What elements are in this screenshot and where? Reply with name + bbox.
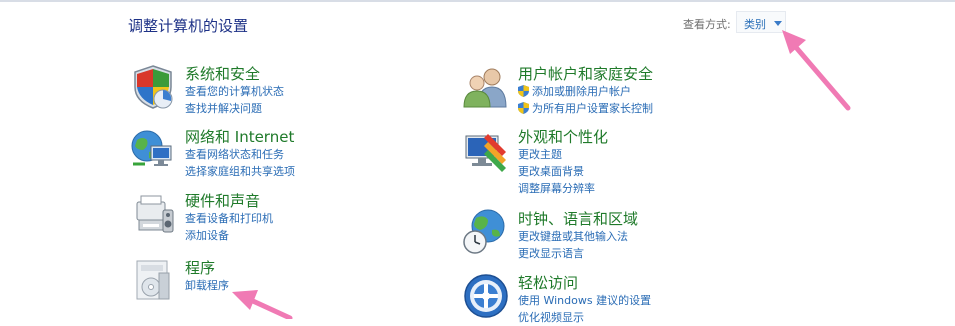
view-by-label: 查看方式: bbox=[683, 18, 731, 31]
category-title[interactable]: 系统和安全 bbox=[185, 63, 260, 84]
category-title[interactable]: 程序 bbox=[185, 257, 215, 278]
link-view-computer-status[interactable]: 查看您的计算机状态 bbox=[185, 83, 284, 100]
clock-language-region-icon[interactable] bbox=[462, 208, 510, 256]
link-adjust-resolution[interactable]: 调整屏幕分辨率 bbox=[518, 180, 595, 197]
programs-icon[interactable] bbox=[129, 257, 177, 305]
link-windows-recommended-settings[interactable]: 使用 Windows 建议的设置 bbox=[518, 292, 651, 309]
annotation-arrow-view-by bbox=[782, 30, 851, 111]
annotation-arrow-uninstall bbox=[232, 290, 293, 319]
link-change-keyboard-input[interactable]: 更改键盘或其他输入法 bbox=[518, 228, 628, 245]
link-change-display-language[interactable]: 更改显示语言 bbox=[518, 245, 628, 262]
link-find-fix-problems[interactable]: 查找并解决问题 bbox=[185, 100, 284, 117]
link-text: 添加或删除用户帐户 bbox=[532, 85, 631, 98]
ease-of-access-icon[interactable] bbox=[462, 272, 510, 320]
link-view-devices-printers[interactable]: 查看设备和打印机 bbox=[185, 210, 273, 227]
top-border bbox=[0, 0, 955, 2]
link-view-network-status[interactable]: 查看网络状态和任务 bbox=[185, 146, 295, 163]
category-title[interactable]: 网络和 Internet bbox=[185, 126, 294, 147]
uac-shield-icon bbox=[518, 85, 529, 97]
system-security-icon[interactable] bbox=[129, 63, 177, 111]
link-add-device[interactable]: 添加设备 bbox=[185, 227, 273, 244]
user-accounts-icon[interactable] bbox=[462, 63, 510, 111]
category-title[interactable]: 轻松访问 bbox=[518, 272, 578, 293]
link-parental-controls[interactable]: 为所有用户设置家长控制 bbox=[518, 100, 653, 117]
category-title[interactable]: 时钟、语言和区域 bbox=[518, 208, 638, 229]
category-title[interactable]: 硬件和声音 bbox=[185, 190, 260, 211]
link-text: 为所有用户设置家长控制 bbox=[532, 102, 653, 115]
link-change-desktop-background[interactable]: 更改桌面背景 bbox=[518, 163, 595, 180]
uac-shield-icon bbox=[518, 102, 529, 114]
link-optimize-video-display[interactable]: 优化视频显示 bbox=[518, 309, 651, 326]
category-title[interactable]: 外观和个性化 bbox=[518, 126, 608, 147]
page-title: 调整计算机的设置 bbox=[128, 17, 249, 35]
link-homegroup-sharing[interactable]: 选择家庭组和共享选项 bbox=[185, 163, 295, 180]
network-internet-icon[interactable] bbox=[129, 126, 177, 174]
category-title[interactable]: 用户帐户和家庭安全 bbox=[518, 63, 653, 84]
link-add-remove-accounts[interactable]: 添加或删除用户帐户 bbox=[518, 83, 653, 100]
link-change-theme[interactable]: 更改主题 bbox=[518, 146, 595, 163]
appearance-icon[interactable] bbox=[462, 126, 510, 174]
hardware-sound-icon[interactable] bbox=[129, 190, 177, 238]
